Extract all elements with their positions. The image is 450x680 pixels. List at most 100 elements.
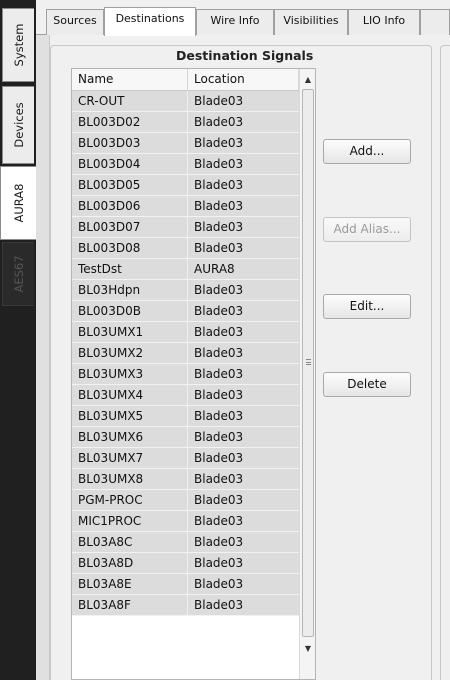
cell-location: Blade03 [194, 157, 244, 171]
cell-name: BL03Hdpn [72, 280, 188, 300]
table-row[interactable]: BL03UMX8 Blade03 [72, 469, 299, 490]
tab-sources-label: Sources [53, 14, 97, 27]
side-tab-devices-label: Devices [11, 102, 26, 148]
cell-name: BL003D08 [72, 238, 188, 258]
table-row[interactable]: BL03UMX2 Blade03 [72, 343, 299, 364]
add-alias-button[interactable]: Add Alias... [323, 217, 411, 242]
tab-visibilities[interactable]: Visibilities [274, 9, 348, 35]
cell-name: BL03UMX2 [72, 343, 188, 363]
column-header-name[interactable]: Name [72, 69, 188, 91]
edit-button[interactable]: Edit... [323, 294, 411, 319]
cell-location: Blade03 [194, 430, 244, 444]
table-row[interactable]: PGM-PROC Blade03 [72, 490, 299, 511]
cell-name: BL003D03 [72, 133, 188, 153]
side-tab-aura8-label: AURA8 [11, 183, 26, 223]
cell-name: PGM-PROC [72, 490, 188, 510]
vertical-scrollbar[interactable]: ▲ ▼ [299, 69, 315, 679]
tab-wire-info[interactable]: Wire Info [196, 9, 274, 35]
cell-location: Blade03 [194, 94, 244, 108]
table-row[interactable]: BL03UMX4 Blade03 [72, 385, 299, 406]
table-row[interactable]: BL03UMX1 Blade03 [72, 322, 299, 343]
cell-location: Blade03 [194, 451, 244, 465]
panel-edge [36, 35, 50, 680]
side-tab-devices[interactable]: Devices [2, 86, 34, 164]
scrollbar-thumb[interactable] [302, 89, 314, 637]
table-row[interactable]: BL003D02 Blade03 [72, 112, 299, 133]
table-row[interactable]: BL03UMX7 Blade03 [72, 448, 299, 469]
cell-location: Blade03 [194, 283, 244, 297]
tab-visibilities-label: Visibilities [283, 14, 339, 27]
column-header-location[interactable]: Location [188, 69, 299, 91]
table-row[interactable]: BL003D0B Blade03 [72, 301, 299, 322]
cell-location: Blade03 [194, 388, 244, 402]
cell-name: BL03UMX7 [72, 448, 188, 468]
cell-name: BL03UMX5 [72, 406, 188, 426]
cell-name: BL03UMX4 [72, 385, 188, 405]
cell-name: BL03UMX6 [72, 427, 188, 447]
cell-name: BL03UMX1 [72, 322, 188, 342]
add-button[interactable]: Add... [323, 139, 411, 164]
table-row[interactable]: BL03A8C Blade03 [72, 532, 299, 553]
table-row[interactable]: BL03A8E Blade03 [72, 574, 299, 595]
scroll-up-arrow-icon[interactable]: ▲ [300, 71, 315, 89]
cell-name: BL03A8E [72, 574, 188, 594]
cell-location: Blade03 [194, 115, 244, 129]
destination-signals-table[interactable]: Name Location CR-OUT Blade03 BL003D02 Blade… [71, 68, 316, 680]
cell-name: BL003D05 [72, 175, 188, 195]
group-title: Destination Signals [174, 48, 316, 63]
cell-location: Blade03 [194, 241, 244, 255]
scroll-down-arrow-icon[interactable]: ▼ [300, 640, 315, 658]
cell-location: Blade03 [194, 556, 244, 570]
table-row[interactable]: BL003D08 Blade03 [72, 238, 299, 259]
table-row[interactable]: BL03UMX5 Blade03 [72, 406, 299, 427]
cell-location: Blade03 [194, 493, 244, 507]
cell-location: Blade03 [194, 304, 244, 318]
table-row[interactable]: BL003D05 Blade03 [72, 175, 299, 196]
table-row[interactable]: BL03UMX6 Blade03 [72, 427, 299, 448]
cell-location: Blade03 [194, 367, 244, 381]
side-tab-system-label: System [11, 23, 26, 67]
tab-destinations-label: Destinations [115, 12, 185, 25]
tab-destinations[interactable]: Destinations [104, 7, 196, 36]
table-row[interactable]: BL03Hdpn Blade03 [72, 280, 299, 301]
side-tab-strip: System Devices AURA8 AES67 [0, 0, 36, 680]
cell-location: Blade03 [194, 136, 244, 150]
delete-button[interactable]: Delete [323, 372, 411, 397]
tab-lio-info[interactable]: LIO Info [348, 9, 420, 35]
cell-location: Blade03 [194, 577, 244, 591]
tab-overflow[interactable] [420, 9, 450, 35]
side-tab-system[interactable]: System [2, 8, 34, 82]
cell-name: BL03A8C [72, 532, 188, 552]
cell-location: Blade03 [194, 220, 244, 234]
cell-location: Blade03 [194, 409, 244, 423]
cell-location: Blade03 [194, 199, 244, 213]
cell-name: TestDst [72, 259, 188, 279]
table-row[interactable]: MIC1PROC Blade03 [72, 511, 299, 532]
table-row[interactable]: CR-OUT Blade03 [72, 91, 299, 112]
side-tab-aes67-label: AES67 [11, 255, 26, 293]
table-row[interactable]: BL003D07 Blade03 [72, 217, 299, 238]
side-tab-aura8[interactable]: AURA8 [0, 166, 36, 240]
table-row[interactable]: BL003D03 Blade03 [72, 133, 299, 154]
cell-name: BL03UMX8 [72, 469, 188, 489]
cell-location: Blade03 [194, 535, 244, 549]
cell-name: BL003D06 [72, 196, 188, 216]
table-row[interactable]: BL003D06 Blade03 [72, 196, 299, 217]
cell-location: Blade03 [194, 472, 244, 486]
cell-name: MIC1PROC [72, 511, 188, 531]
table-row[interactable]: BL03UMX3 Blade03 [72, 364, 299, 385]
cell-name: BL003D02 [72, 112, 188, 132]
table-body: CR-OUT Blade03 BL003D02 Blade03 BL003D03 Blad… [72, 91, 299, 616]
table-row[interactable]: TestDst AURA8 [72, 259, 299, 280]
cell-location: Blade03 [194, 346, 244, 360]
table-row[interactable]: BL03A8D Blade03 [72, 553, 299, 574]
table-row[interactable]: BL03A8F Blade03 [72, 595, 299, 616]
cell-name: BL03A8F [72, 595, 188, 615]
cell-name: BL03A8D [72, 553, 188, 573]
app-window: System Devices AURA8 AES67 Sources Desti… [0, 0, 450, 680]
cell-location: Blade03 [194, 598, 244, 612]
table-row[interactable]: BL003D04 Blade03 [72, 154, 299, 175]
cell-location: AURA8 [194, 262, 235, 276]
cell-name: BL003D04 [72, 154, 188, 174]
tab-sources[interactable]: Sources [46, 9, 104, 35]
